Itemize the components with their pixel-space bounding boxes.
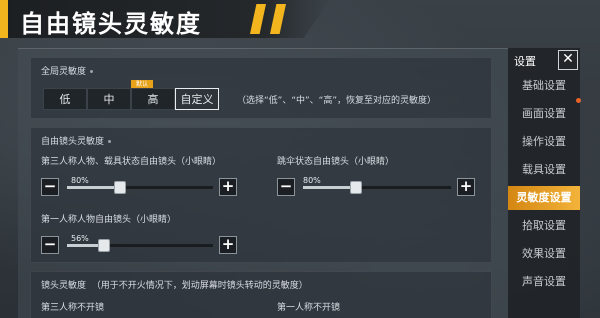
settings-menu: 设置 ✕ 基础设置 画面设置 操作设置 载具设置 灵敏度设置 拾取设置 效果设置… xyxy=(508,48,581,318)
third-person-value: 80% xyxy=(71,176,89,185)
sensitivity-preset-selector: 低 中 高 自定义 xyxy=(43,88,219,110)
menu-item-pickup[interactable]: 拾取设置 xyxy=(508,214,580,238)
menu-item-effects[interactable]: 效果设置 xyxy=(508,242,580,266)
first-person-value: 56% xyxy=(71,234,89,243)
slider-fill xyxy=(67,186,120,189)
settings-panel: 全局灵敏度 默认 低 中 高 自定义 （选择“低”、“中”、“高”，恢复至对应的… xyxy=(18,48,508,318)
first-person-free-camera-label: 第一人称人物自由镜头（小眼睛） xyxy=(41,215,177,225)
third-person-free-camera-label: 第三人称人物、载具状态自由镜头（小眼睛） xyxy=(41,157,222,167)
preset-high-button[interactable]: 高 xyxy=(131,88,175,110)
section-title: 全局灵敏度 xyxy=(41,64,94,77)
menu-item-basic[interactable]: 基础设置 xyxy=(508,74,580,98)
menu-item-graphics[interactable]: 画面设置 xyxy=(508,102,580,126)
decrease-button[interactable]: − xyxy=(41,178,59,196)
preset-custom-button[interactable]: 自定义 xyxy=(175,88,219,110)
decrease-button[interactable]: − xyxy=(41,236,59,254)
preset-hint: （选择“低”、“中”、“高”，恢复至对应的灵敏度） xyxy=(237,96,436,106)
page-title: 自由镜头灵敏度 xyxy=(20,10,202,38)
free-camera-section: 自由镜头灵敏度 第三人称人物、载具状态自由镜头（小眼睛） 80% − + 跳伞状… xyxy=(30,127,492,263)
increase-button[interactable]: + xyxy=(219,178,237,196)
increase-button[interactable]: + xyxy=(219,236,237,254)
slider-fill xyxy=(303,186,357,189)
section-title: 自由镜头灵敏度 xyxy=(41,134,112,147)
third-person-slider[interactable] xyxy=(67,181,213,194)
camera-sensitivity-section: 镜头灵敏度 （用于不开火情况下，划动屏幕时镜头转动的灵敏度） 第三人称不开镜 第… xyxy=(30,271,492,318)
preset-medium-button[interactable]: 中 xyxy=(87,88,131,110)
increase-button[interactable]: + xyxy=(457,178,475,196)
banner-accent-bar xyxy=(0,0,8,38)
slider-thumb[interactable] xyxy=(113,181,126,194)
global-sensitivity-section: 全局灵敏度 默认 低 中 高 自定义 （选择“低”、“中”、“高”，恢复至对应的… xyxy=(30,57,492,119)
parachute-value: 80% xyxy=(303,176,321,185)
close-button[interactable]: ✕ xyxy=(558,50,578,70)
menu-item-vehicle[interactable]: 载具设置 xyxy=(508,158,580,182)
parachute-free-camera-label: 跳伞状态自由镜头（小眼睛） xyxy=(277,157,395,167)
menu-item-sound[interactable]: 声音设置 xyxy=(508,270,580,294)
parachute-slider[interactable] xyxy=(303,181,451,194)
info-dot-icon xyxy=(90,70,94,73)
menu-title: 设置 xyxy=(514,55,536,68)
preset-low-button[interactable]: 低 xyxy=(43,88,87,110)
slider-thumb[interactable] xyxy=(350,181,363,194)
info-dot-icon xyxy=(108,140,112,143)
section-title: 镜头灵敏度 （用于不开火情况下，划动屏幕时镜头转动的灵敏度） xyxy=(41,281,308,291)
menu-item-controls[interactable]: 操作设置 xyxy=(508,130,580,154)
menu-header: 设置 ✕ xyxy=(508,48,580,72)
third-person-no-scope-label: 第三人称不开镜 xyxy=(41,303,105,313)
decrease-button[interactable]: − xyxy=(277,178,295,196)
first-person-no-scope-label: 第一人称不开镜 xyxy=(277,303,341,313)
menu-item-sensitivity[interactable]: 灵敏度设置 xyxy=(508,186,580,210)
slider-thumb[interactable] xyxy=(97,239,110,252)
first-person-slider[interactable] xyxy=(67,239,213,252)
